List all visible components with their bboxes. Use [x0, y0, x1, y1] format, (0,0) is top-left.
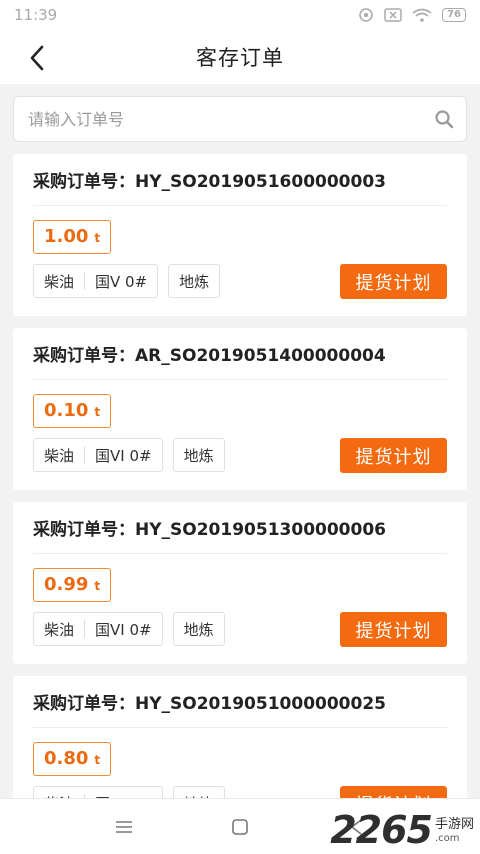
source-tag: 地炼 [172, 438, 225, 472]
watermark-number: 2265 [330, 808, 433, 852]
product-grade: 国VI 0# [95, 446, 152, 465]
order-card[interactable]: 采购订单号：HY_SO2019051300000006 0.99 t 柴油 国V… [13, 502, 467, 664]
chevron-left-icon [30, 45, 44, 71]
page-title: 客存订单 [196, 46, 284, 70]
product-tag: 柴油 国VI 0# [33, 438, 163, 472]
quantity-badge: 0.10 t [33, 394, 112, 428]
order-number: 采购订单号：HY_SO2019051000000025 [33, 676, 447, 728]
quantity-badge: 1.00 t [33, 220, 112, 254]
watermark-text-block: 手游网 .com [435, 818, 474, 846]
product-tag: 柴油 国V 0# [33, 264, 159, 298]
product-grade: 国V 0# [95, 272, 148, 291]
status-time: 11:39 [14, 6, 58, 24]
source-tag: 地炼 [172, 612, 225, 646]
quantity-unit: t [94, 405, 101, 419]
quantity-value: 0.80 [44, 748, 89, 769]
quantity-value: 0.10 [44, 400, 89, 421]
quantity-value: 1.00 [44, 226, 89, 247]
search-input[interactable] [28, 109, 434, 129]
product-name: 柴油 [44, 446, 75, 465]
product-tags: 柴油 国VI 0# 地炼 [33, 612, 225, 646]
order-card[interactable]: 采购订单号：HY_SO2019051600000003 1.00 t 柴油 国V… [13, 154, 467, 316]
nav-bar: 客存订单 [0, 30, 480, 84]
watermark-logo: 2265 手游网 .com [330, 810, 474, 850]
product-name: 柴油 [44, 620, 75, 639]
home-square-icon [232, 818, 248, 835]
product-tags: 柴油 国V 0# 地炼 [33, 264, 221, 298]
quantity-unit: t [94, 231, 101, 245]
source-label: 地炼 [179, 272, 210, 291]
back-button[interactable] [22, 43, 52, 73]
watermark-text: 手游网 [434, 817, 474, 832]
source-label: 地炼 [183, 446, 214, 465]
source-label: 地炼 [183, 620, 214, 639]
quantity-badge: 0.99 t [33, 568, 112, 602]
search-box [13, 96, 467, 142]
quantity-badge: 0.80 t [33, 742, 112, 776]
quantity-unit: t [94, 753, 101, 767]
battery-icon: 76 [442, 8, 466, 22]
search-section [0, 84, 480, 142]
sim-off-icon [384, 8, 402, 22]
pickup-plan-button[interactable]: 提货计划 [340, 438, 447, 473]
product-tags: 柴油 国VI 0# 地炼 [33, 438, 225, 472]
order-list: 采购订单号：HY_SO2019051600000003 1.00 t 柴油 国V… [0, 154, 480, 838]
product-grade: 国VI 0# [95, 620, 152, 639]
watermark-domain: .com [434, 833, 460, 844]
quantity-unit: t [94, 579, 101, 593]
pickup-plan-button[interactable]: 提货计划 [340, 612, 447, 647]
order-number: 采购订单号：HY_SO2019051600000003 [33, 154, 447, 206]
product-name: 柴油 [44, 272, 75, 291]
order-number: 采购订单号：AR_SO2019051400000004 [33, 328, 447, 380]
wifi-icon [412, 8, 432, 22]
pickup-plan-button[interactable]: 提货计划 [340, 264, 447, 299]
order-card[interactable]: 采购订单号：AR_SO2019051400000004 0.10 t 柴油 国V… [13, 328, 467, 490]
quantity-value: 0.99 [44, 574, 89, 595]
search-icon[interactable] [434, 109, 454, 129]
menu-icon [116, 820, 132, 833]
source-tag: 地炼 [168, 264, 221, 298]
home-button[interactable] [222, 809, 258, 845]
status-icons: 76 [358, 7, 466, 23]
order-number: 采购订单号：HY_SO2019051300000006 [33, 502, 447, 554]
menu-button[interactable] [106, 809, 142, 845]
status-bar: 11:39 76 [0, 0, 480, 30]
product-tag: 柴油 国VI 0# [33, 612, 163, 646]
hotspot-icon [359, 8, 373, 22]
